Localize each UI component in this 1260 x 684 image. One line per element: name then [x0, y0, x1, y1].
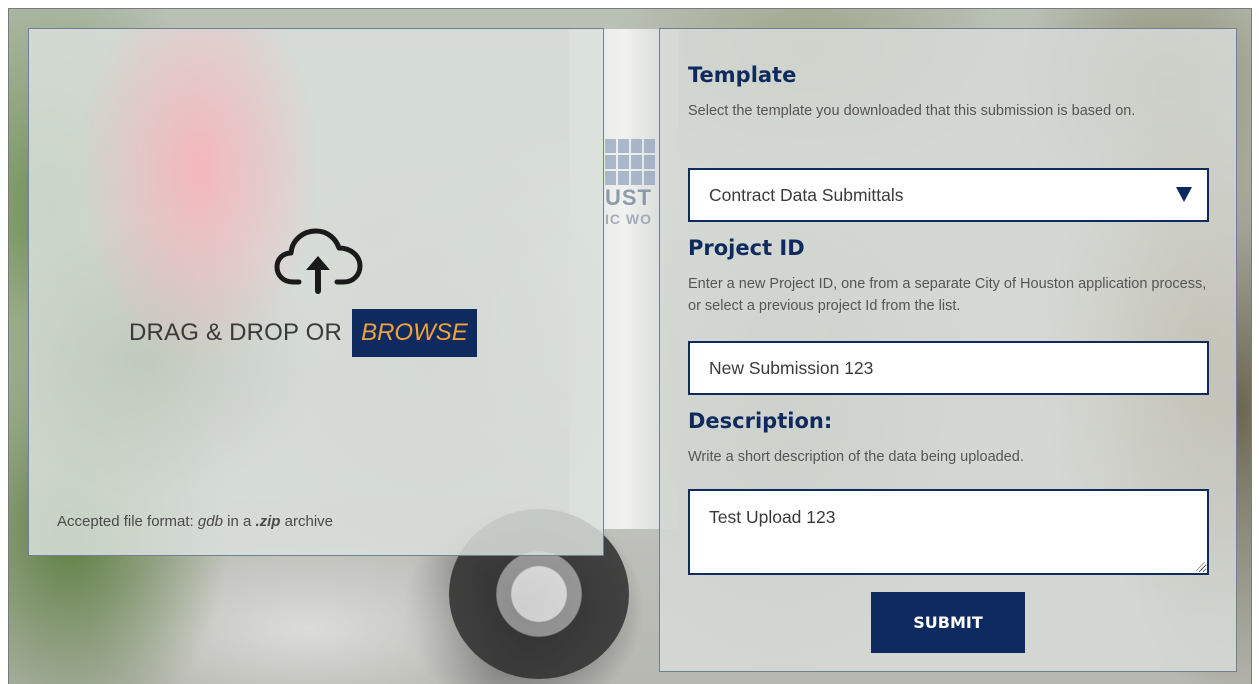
drop-zone-text-row: DRAG & DROP OR BROWSE — [129, 309, 477, 357]
logo-mark — [605, 139, 655, 185]
houston-logo-photo: UST IC WO — [605, 139, 665, 239]
browse-button[interactable]: BROWSE — [352, 309, 477, 357]
triangle-down-icon — [1176, 187, 1192, 202]
resize-handle-icon[interactable] — [1196, 562, 1205, 571]
project-id-helper-text: Enter a new Project ID, one from a separ… — [688, 276, 1207, 314]
template-selected-value: Contract Data Submittals — [709, 184, 904, 205]
logo-text-line2: IC WO — [605, 211, 652, 227]
template-helper-text: Select the template you downloaded that … — [688, 103, 1136, 119]
submit-button[interactable]: SUBMIT — [871, 592, 1025, 653]
project-id-input[interactable]: New Submission 123 — [688, 341, 1209, 395]
project-id-heading: Project ID — [688, 236, 805, 260]
accepted-format-note: Accepted file format: gdb in a .zip arch… — [57, 513, 333, 530]
project-id-value: New Submission 123 — [709, 357, 874, 378]
logo-text-line1: UST — [605, 185, 652, 210]
accepted-archive: .zip — [255, 513, 281, 530]
file-drop-zone[interactable]: DRAG & DROP OR BROWSE Accepted file form… — [28, 28, 604, 556]
submission-form: Template Select the template you downloa… — [659, 28, 1237, 672]
drag-drop-prompt: DRAG & DROP OR — [129, 319, 343, 346]
accepted-suffix: archive — [284, 513, 333, 530]
accepted-prefix: Accepted file format: — [57, 513, 194, 530]
cloud-upload-icon — [273, 224, 365, 294]
description-textarea[interactable]: Test Upload 123 — [688, 489, 1209, 575]
template-select[interactable]: Contract Data Submittals — [688, 168, 1209, 222]
template-heading: Template — [688, 63, 797, 87]
description-helper-text: Write a short description of the data be… — [688, 449, 1024, 465]
description-heading: Description: — [688, 409, 833, 433]
description-value: Test Upload 123 — [709, 507, 836, 527]
page-frame: UST IC WO DRAG & DROP OR BROWSE Accepted… — [8, 8, 1252, 684]
accepted-format: gdb — [197, 513, 223, 530]
accepted-middle: in a — [227, 513, 252, 530]
